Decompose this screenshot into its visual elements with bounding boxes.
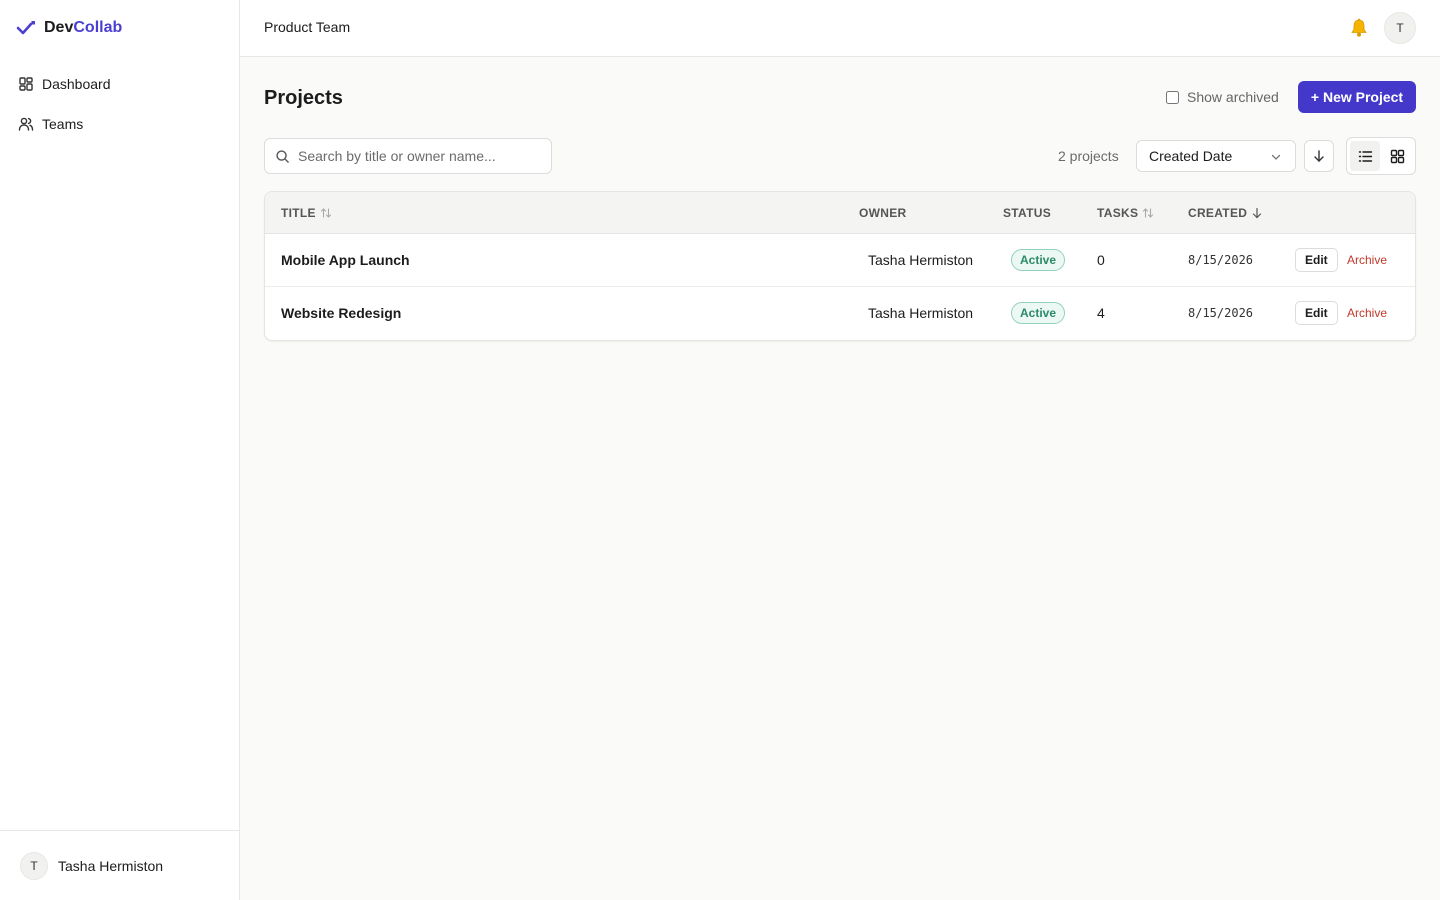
brand-logo[interactable]: DevCollab — [16, 19, 122, 37]
column-header-label: TASKS — [1097, 206, 1139, 220]
grid-icon — [19, 77, 33, 91]
project-title[interactable]: Website Redesign — [281, 305, 401, 321]
edit-button[interactable]: Edit — [1295, 301, 1338, 325]
user-avatar[interactable]: T — [1384, 12, 1416, 44]
sidebar: DevCollab Dashboard Teams T Tasha Hermis… — [0, 0, 240, 900]
status-badge: Active — [1011, 302, 1066, 324]
sort-direction-button[interactable] — [1304, 140, 1334, 172]
show-archived-checkbox[interactable] — [1166, 90, 1179, 104]
task-count: 0 — [1097, 252, 1105, 268]
chevron-down-icon — [1271, 154, 1281, 160]
search-box — [264, 138, 552, 174]
column-header-owner: OWNER — [859, 206, 907, 220]
column-header-label: OWNER — [859, 206, 907, 220]
column-header-label: CREATED — [1188, 206, 1248, 220]
project-owner: Tasha Hermiston — [868, 252, 974, 268]
task-count: 4 — [1097, 305, 1105, 321]
created-date: 8/15/2026 — [1188, 306, 1254, 320]
arrow-down-icon — [1253, 207, 1262, 219]
table-header: TITLE OWNER STATUS TASKS CREATED — [265, 192, 1415, 234]
project-title[interactable]: Mobile App Launch — [281, 252, 410, 268]
show-archived-label: Show archived — [1187, 89, 1279, 105]
sidebar-item-teams[interactable]: Teams — [8, 104, 232, 144]
sort-select[interactable]: Created Date — [1136, 140, 1296, 172]
archive-button[interactable]: Archive — [1347, 306, 1387, 320]
users-icon — [18, 117, 34, 131]
sort-arrows-icon — [1143, 208, 1154, 218]
sidebar-item-dashboard[interactable]: Dashboard — [8, 64, 232, 104]
table-row[interactable]: Mobile App Launch Tasha Hermiston Active… — [265, 234, 1415, 287]
table-row[interactable]: Website Redesign Tasha Hermiston Active … — [265, 287, 1415, 340]
column-header-title[interactable]: TITLE — [281, 206, 332, 220]
topbar: Product Team T — [240, 0, 1440, 57]
sidebar-item-label: Teams — [42, 116, 84, 132]
list-view-button[interactable] — [1350, 141, 1380, 171]
sidebar-nav: Dashboard Teams — [8, 64, 232, 144]
column-header-label: TITLE — [281, 206, 316, 220]
sidebar-user[interactable]: T Tasha Hermiston — [0, 830, 239, 900]
team-name: Product Team — [264, 19, 351, 35]
sidebar-user-name: Tasha Hermiston — [58, 857, 164, 874]
arrow-down-icon — [1314, 150, 1324, 162]
project-owner: Tasha Hermiston — [868, 305, 974, 321]
brand-name-part2: Collab — [73, 19, 123, 36]
bell-icon[interactable] — [1348, 17, 1370, 39]
created-date: 8/15/2026 — [1188, 253, 1254, 267]
sort-select-value: Created Date — [1149, 148, 1233, 164]
grid-icon — [1390, 149, 1404, 163]
search-icon — [276, 149, 289, 163]
archive-button[interactable]: Archive — [1347, 253, 1387, 267]
column-header-tasks[interactable]: TASKS — [1097, 206, 1154, 220]
projects-table: TITLE OWNER STATUS TASKS CREATED Mobile … — [264, 191, 1416, 341]
avatar: T — [20, 851, 48, 880]
check-logo-icon — [16, 21, 35, 35]
column-header-created[interactable]: CREATED — [1188, 206, 1263, 220]
page-title: Projects — [264, 87, 343, 109]
project-count: 2 projects — [1058, 148, 1119, 164]
search-input[interactable] — [298, 148, 538, 164]
show-archived-toggle[interactable]: Show archived — [1166, 89, 1279, 105]
list-icon — [1358, 150, 1372, 162]
column-header-label: STATUS — [1003, 206, 1052, 220]
edit-button[interactable]: Edit — [1295, 248, 1338, 272]
status-badge: Active — [1011, 249, 1066, 271]
sort-arrows-icon — [320, 208, 331, 218]
view-toggle — [1346, 137, 1416, 175]
grid-view-button[interactable] — [1382, 141, 1412, 171]
column-header-status: STATUS — [1003, 206, 1051, 220]
sidebar-item-label: Dashboard — [42, 76, 111, 92]
brand-name-part1: Dev — [44, 19, 74, 36]
new-project-button[interactable]: + New Project — [1298, 81, 1416, 113]
